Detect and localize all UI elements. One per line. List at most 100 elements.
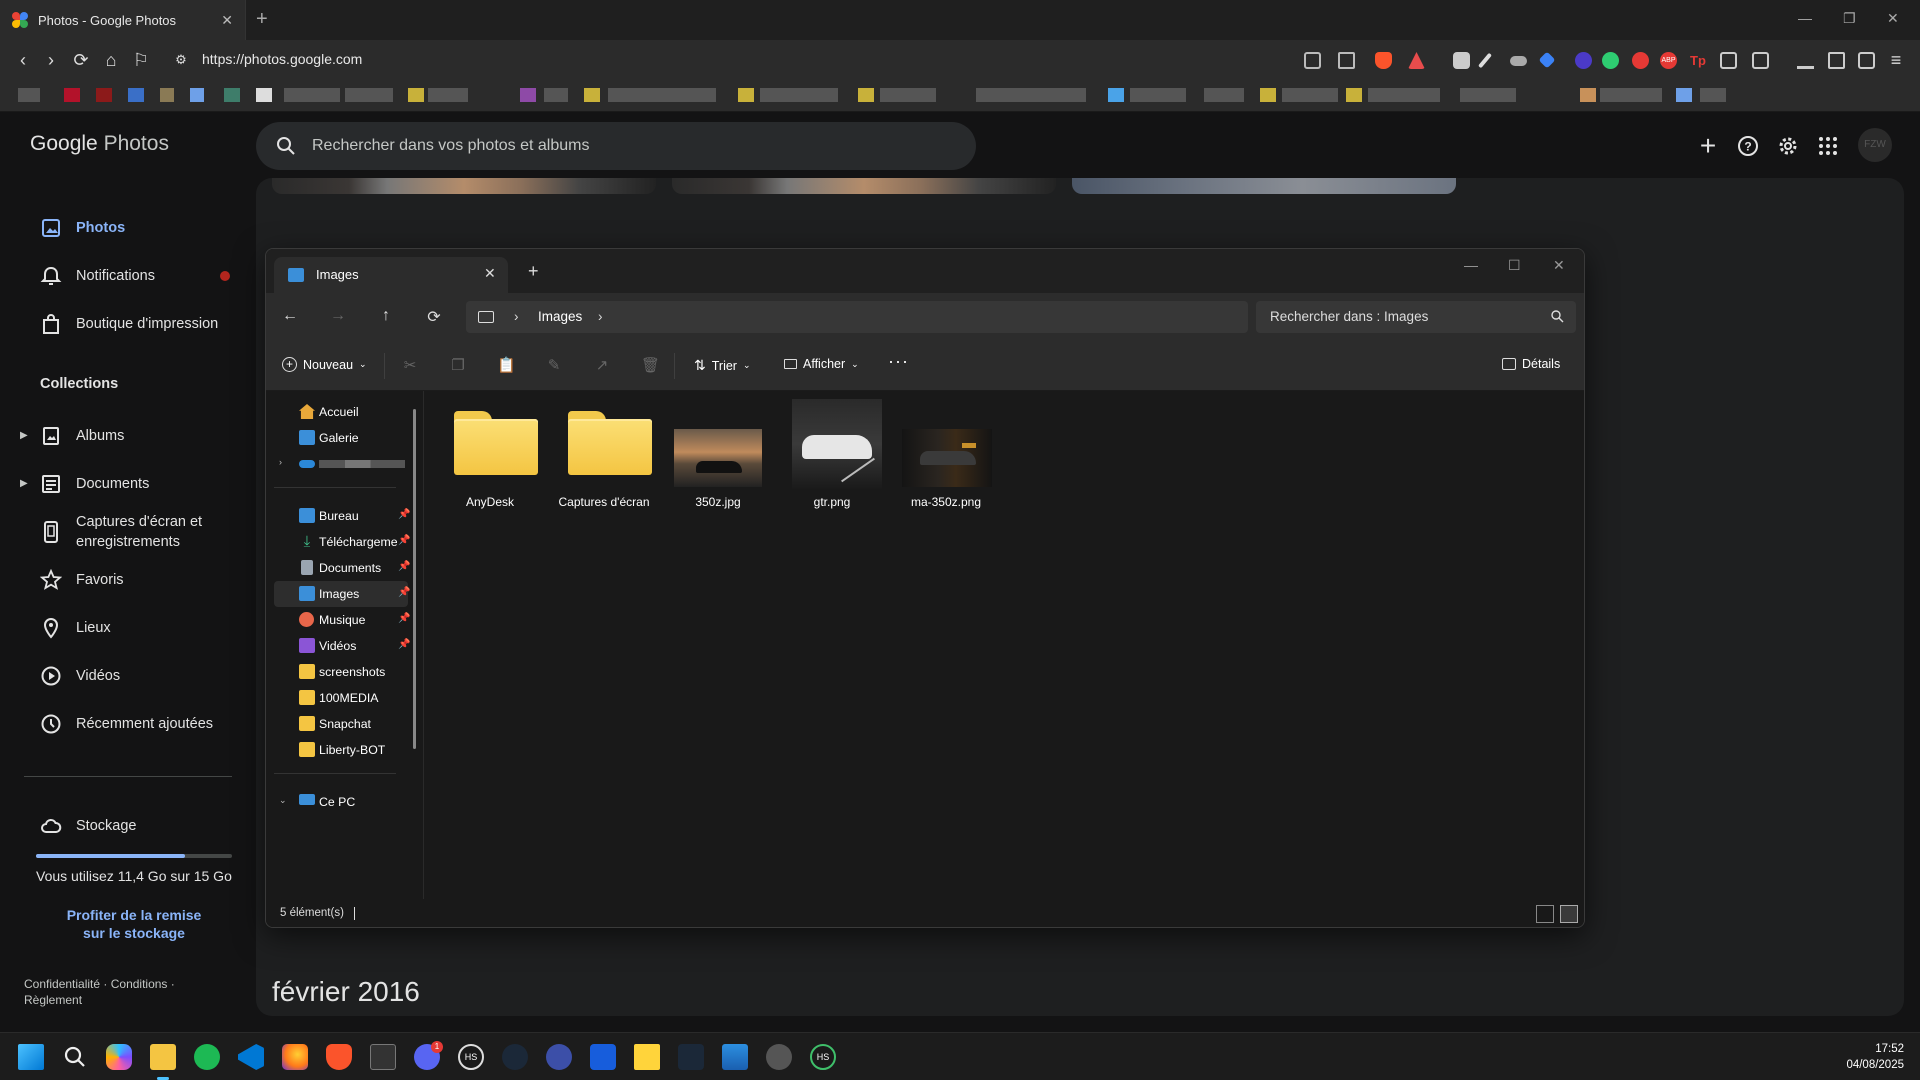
tree-item-onedrive[interactable]: › <box>274 451 408 477</box>
bookmark-item[interactable] <box>345 88 393 102</box>
diamond-extension-icon[interactable] <box>1538 51 1556 69</box>
account-avatar[interactable]: FZW <box>1858 128 1892 162</box>
file-item-anydesk[interactable]: AnyDesk <box>440 399 540 519</box>
breadcrumb-separator-icon[interactable]: › <box>514 309 519 324</box>
search-icon[interactable] <box>62 1044 88 1070</box>
file-item-gtr[interactable]: gtr.png <box>782 399 882 519</box>
copilot-icon[interactable] <box>106 1044 132 1070</box>
copy-icon[interactable]: ❐ <box>449 356 467 374</box>
bookmark-item[interactable] <box>284 88 340 102</box>
vscode-icon[interactable] <box>238 1044 264 1070</box>
forward-icon[interactable]: › <box>40 49 62 71</box>
bookmark-item[interactable] <box>976 88 1086 102</box>
nav-places[interactable]: Lieux <box>0 616 240 640</box>
close-window-icon[interactable]: ✕ <box>1887 10 1899 27</box>
bookmark-item[interactable] <box>738 88 754 102</box>
bookmark-item[interactable] <box>760 88 838 102</box>
bookmark-item[interactable] <box>128 88 144 102</box>
create-plus-icon[interactable]: + <box>1696 132 1720 160</box>
close-tab-icon[interactable]: ✕ <box>484 265 496 282</box>
eyedropper-extension-icon[interactable] <box>1478 52 1492 69</box>
bookmark-item[interactable] <box>1130 88 1186 102</box>
minimize-window-icon[interactable]: — <box>1798 10 1812 26</box>
steam-icon[interactable] <box>502 1044 528 1070</box>
bookmark-item[interactable] <box>608 88 644 102</box>
tree-item-music[interactable]: Musique 📌 <box>274 607 410 633</box>
this-pc-icon[interactable] <box>478 311 494 323</box>
photos-app-icon[interactable] <box>722 1044 748 1070</box>
tree-item-desktop[interactable]: Bureau 📌 <box>274 503 410 529</box>
spotify-icon[interactable] <box>194 1044 220 1070</box>
bookmark-item[interactable] <box>408 88 424 102</box>
view-button[interactable]: Afficher ⌄ <box>784 357 859 371</box>
close-tab-icon[interactable]: ✕ <box>221 12 233 29</box>
tree-item-documents[interactable]: Documents 📌 <box>274 555 410 581</box>
system-clock[interactable]: 17:52 04/08/2025 <box>1846 1041 1904 1073</box>
tree-item-videos[interactable]: Vidéos 📌 <box>274 633 410 659</box>
app-orb-icon[interactable] <box>546 1044 572 1070</box>
download-icon[interactable] <box>1797 52 1814 69</box>
restore-window-icon[interactable]: ❐ <box>1843 10 1856 27</box>
rename-icon[interactable]: ✎ <box>545 356 563 374</box>
nav-videos[interactable]: Vidéos <box>0 664 240 688</box>
delete-icon[interactable]: 🗑 <box>641 356 660 374</box>
extensions-puzzle-icon[interactable] <box>1720 52 1737 69</box>
tree-item-100media[interactable]: 100MEDIA <box>274 685 408 711</box>
privacy-link[interactable]: Confidentialité <box>24 977 100 991</box>
maximize-window-icon[interactable]: ☐ <box>1508 257 1521 274</box>
photo-thumbnail[interactable] <box>1072 178 1456 194</box>
camera-extension-icon[interactable] <box>1453 52 1470 69</box>
cast-icon[interactable] <box>1304 52 1321 69</box>
purple-extension-icon[interactable] <box>1575 52 1592 69</box>
cut-icon[interactable]: ✂ <box>401 356 419 374</box>
more-options-icon[interactable]: ··· <box>888 351 909 372</box>
minimize-window-icon[interactable]: — <box>1464 257 1478 273</box>
photo-thumbnail[interactable] <box>672 178 1056 194</box>
start-windows-icon[interactable] <box>18 1044 44 1070</box>
settings-gear-icon[interactable] <box>766 1044 792 1070</box>
screenshot-extension-icon[interactable] <box>1752 52 1769 69</box>
breadcrumb-images[interactable]: Images <box>538 309 582 324</box>
explorer-search-input[interactable]: Rechercher dans : Images <box>1256 301 1576 333</box>
paste-icon[interactable]: 📋 <box>497 356 516 374</box>
terms-link[interactable]: Conditions <box>111 977 168 991</box>
photo-thumbnail[interactable] <box>272 178 656 194</box>
bookmark-item[interactable] <box>256 88 272 102</box>
details-button[interactable]: Détails <box>1502 357 1560 371</box>
bookmark-item[interactable] <box>1580 88 1596 102</box>
hs-app-alt-icon[interactable]: HS <box>810 1044 836 1070</box>
bookmark-item[interactable] <box>1700 88 1726 102</box>
sidebar-toggle-icon[interactable] <box>1828 52 1845 69</box>
tree-item-liberty-bot[interactable]: Liberty-BOT <box>274 737 408 763</box>
file-item-ma-350z[interactable]: ma-350z.png <box>896 399 996 519</box>
menu-icon[interactable]: ≡ <box>1885 49 1907 71</box>
firefox-icon[interactable] <box>282 1044 308 1070</box>
brave-icon[interactable] <box>326 1044 352 1070</box>
file-explorer-icon[interactable] <box>150 1044 176 1070</box>
nav-photos[interactable]: Photos <box>0 216 240 240</box>
terminal-icon[interactable] <box>370 1044 396 1070</box>
tree-item-downloads[interactable]: ⤓ Téléchargements 📌 <box>274 529 411 555</box>
bookmark-item[interactable] <box>520 88 536 102</box>
up-arrow-icon[interactable]: ↑ <box>376 307 396 325</box>
back-arrow-icon[interactable]: ← <box>280 307 300 325</box>
collapse-chevron-icon[interactable]: ⌄ <box>279 795 287 806</box>
steam-alt-icon[interactable] <box>678 1044 704 1070</box>
bookmark-item[interactable] <box>428 88 468 102</box>
explorer-tab-images[interactable]: Images ✕ <box>274 257 508 293</box>
forward-arrow-icon[interactable]: → <box>328 307 348 325</box>
bookmark-item[interactable] <box>1368 88 1440 102</box>
expand-chevron-icon[interactable]: › <box>279 457 282 467</box>
tree-item-screenshots[interactable]: screenshots <box>274 659 408 685</box>
site-settings-icon[interactable]: ⚙ <box>170 49 192 71</box>
nav-screenshots[interactable]: Captures d'écran et enregistrements <box>0 510 240 554</box>
bitwarden-icon[interactable] <box>590 1044 616 1070</box>
bookmark-item[interactable] <box>64 88 80 102</box>
large-icons-view-icon[interactable] <box>1560 905 1578 923</box>
details-view-icon[interactable] <box>1536 905 1554 923</box>
nav-pane-scrollbar[interactable] <box>413 409 416 749</box>
refresh-icon[interactable]: ⟳ <box>424 307 444 327</box>
bookmark-item[interactable] <box>584 88 600 102</box>
bookmark-item[interactable] <box>858 88 874 102</box>
browser-tab-photos[interactable]: Photos - Google Photos ✕ <box>0 0 246 40</box>
